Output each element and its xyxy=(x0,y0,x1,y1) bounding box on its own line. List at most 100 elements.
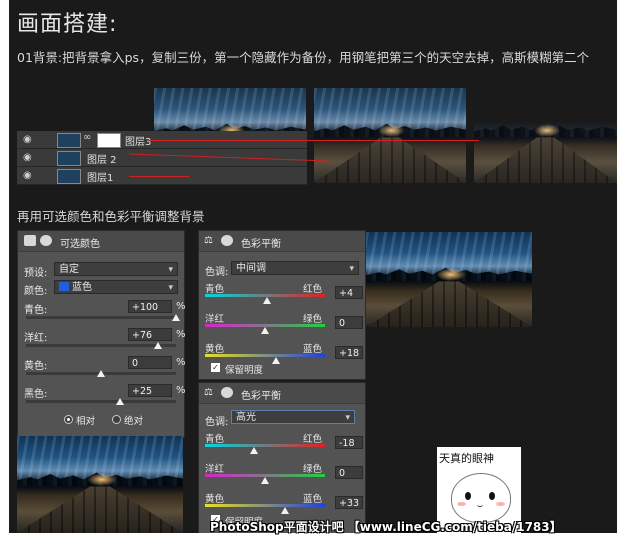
balance-left-label: 青色 xyxy=(205,284,225,295)
tone-label: 色调: xyxy=(205,267,229,278)
panel-title: 可选颜色 xyxy=(60,239,100,250)
slider-value-input[interactable]: +76 xyxy=(128,328,172,341)
slider-handle[interactable] xyxy=(97,370,105,377)
tone-select[interactable]: 高光 ▾ xyxy=(231,410,355,424)
percent-unit: % xyxy=(176,385,186,396)
colors-label: 颜色: xyxy=(24,286,48,297)
slider-label: 黄色: xyxy=(24,361,48,372)
balance-value-input[interactable]: +4 xyxy=(335,286,363,299)
chevron-down-icon: ▾ xyxy=(349,264,354,274)
balance-left-label: 黄色 xyxy=(205,344,225,355)
layer-thumbnail xyxy=(57,151,81,166)
tutorial-canvas: 画面搭建: 01背景:把背景拿入ps，复制三份，第一个隐藏作为备份，用钢笔把第三… xyxy=(9,0,617,533)
slider-label: 洋红: xyxy=(24,333,48,344)
chevron-down-icon: ▾ xyxy=(345,413,350,423)
annotation-line xyxy=(149,140,479,141)
adjusted-background-photo xyxy=(366,232,532,327)
relative-label: 相对 xyxy=(76,416,96,427)
slider-handle[interactable] xyxy=(115,398,124,405)
annotation-line xyxy=(129,176,189,177)
balance-slider-handle[interactable] xyxy=(261,477,269,484)
layer-name: 图层1 xyxy=(87,173,114,184)
eye-icon[interactable]: ◉ xyxy=(23,134,32,145)
cartoon-face-icon xyxy=(451,473,511,523)
balance-scale-icon: ⚖ xyxy=(204,235,213,246)
chevron-down-icon: ▾ xyxy=(168,265,173,275)
balance-left-label: 洋红 xyxy=(205,464,225,475)
percent-unit: % xyxy=(176,329,186,340)
balance-value-input[interactable]: -18 xyxy=(335,436,363,449)
percent-unit: % xyxy=(176,357,186,368)
tone-value: 中间调 xyxy=(236,263,266,274)
absolute-label: 绝对 xyxy=(124,416,144,427)
preserve-luminosity-label: 保留明度 xyxy=(225,365,264,376)
slider-value-input[interactable]: +25 xyxy=(128,384,172,397)
absolute-radio[interactable] xyxy=(112,415,121,424)
adjustment-layer-icon xyxy=(24,235,36,246)
balance-slider-track[interactable] xyxy=(205,354,325,357)
mask-icon xyxy=(221,387,233,398)
page-title: 画面搭建: xyxy=(17,12,118,37)
sticker-caption: 天真的眼神 xyxy=(439,452,494,465)
preset-value: 自定 xyxy=(59,264,79,275)
slider-track[interactable] xyxy=(26,316,176,319)
eye-icon[interactable]: ◉ xyxy=(23,170,32,181)
tone-label: 色调: xyxy=(205,417,229,428)
balance-right-label: 绿色 xyxy=(303,464,323,475)
preset-label: 预设: xyxy=(24,268,48,279)
colors-value: 蓝色 xyxy=(72,282,92,293)
blue-swatch xyxy=(59,282,69,291)
balance-value-input[interactable]: +18 xyxy=(335,346,363,359)
slider-handle[interactable] xyxy=(172,314,180,321)
balance-right-label: 红色 xyxy=(303,434,323,445)
background-photo-3-no-sky xyxy=(474,88,617,183)
panel-header: ⚖ 色彩平衡 xyxy=(199,231,365,252)
slider-label: 黑色: xyxy=(24,389,48,400)
mask-icon xyxy=(221,235,233,246)
slider-track[interactable] xyxy=(26,400,176,403)
balance-value-input[interactable]: 0 xyxy=(335,466,363,479)
balance-right-label: 蓝色 xyxy=(303,344,323,355)
preserve-luminosity-checkbox[interactable]: ✓ xyxy=(211,363,220,372)
balance-value-input[interactable]: +33 xyxy=(335,496,363,509)
slider-handle[interactable] xyxy=(154,342,162,349)
balance-slider-handle[interactable] xyxy=(250,447,259,454)
tone-select[interactable]: 中间调 ▾ xyxy=(231,261,359,275)
balance-slider-handle[interactable] xyxy=(271,357,280,364)
slider-value-input[interactable]: +100 xyxy=(128,300,172,313)
balance-right-label: 绿色 xyxy=(303,314,323,325)
chevron-down-icon: ▾ xyxy=(168,283,173,293)
color-balance-panel-midtones: ⚖ 色彩平衡 色调: 中间调 ▾ 青色 红色 +4 洋红 绿色 0 黄色 蓝色 +18 ✓ 保留… xyxy=(198,230,366,380)
layer-name: 图层 2 xyxy=(87,155,117,166)
balance-value-input[interactable]: 0 xyxy=(335,316,363,329)
balance-slider-handle[interactable] xyxy=(280,507,289,514)
mask-icon xyxy=(40,235,52,246)
relative-radio[interactable] xyxy=(64,415,73,424)
balance-right-label: 红色 xyxy=(303,284,323,295)
preset-select[interactable]: 自定 ▾ xyxy=(54,262,178,276)
percent-unit: % xyxy=(176,301,186,312)
layer-thumbnail xyxy=(57,169,81,184)
eye-icon[interactable]: ◉ xyxy=(23,152,32,163)
chain-link-icon: ∞ xyxy=(83,132,92,143)
colors-select[interactable]: 蓝色 ▾ xyxy=(54,280,178,294)
balance-left-label: 洋红 xyxy=(205,314,225,325)
balance-left-label: 青色 xyxy=(205,434,225,445)
balance-slider-handle[interactable] xyxy=(263,297,272,304)
background-photo-2 xyxy=(314,88,466,183)
balance-left-label: 黄色 xyxy=(205,494,225,505)
watermark: PhotoShop平面设计吧 【www.lineCG.com/tieba/178… xyxy=(210,520,562,534)
layer-mask-thumbnail xyxy=(97,133,121,148)
slider-value-input[interactable]: 0 xyxy=(128,356,172,369)
selective-color-panel: 可选颜色 预设: 自定 ▾ 颜色: 蓝色 ▾ 青色: +100% 洋红: +76% 黄色… xyxy=(17,230,186,438)
step1-description: 01背景:把背景拿入ps，复制三份，第一个隐藏作为备份，用钢笔把第三个的天空去掉… xyxy=(17,50,590,65)
balance-slider-track[interactable] xyxy=(205,444,325,447)
balance-right-label: 蓝色 xyxy=(303,494,323,505)
adjusted-background-photo-2 xyxy=(17,436,183,533)
balance-slider-track[interactable] xyxy=(205,504,325,507)
panel-header: 可选颜色 xyxy=(18,231,184,252)
layer-name: 图层3 xyxy=(125,137,152,148)
balance-scale-icon: ⚖ xyxy=(204,387,213,398)
panel-title: 色彩平衡 xyxy=(241,391,281,402)
balance-slider-handle[interactable] xyxy=(261,327,269,334)
